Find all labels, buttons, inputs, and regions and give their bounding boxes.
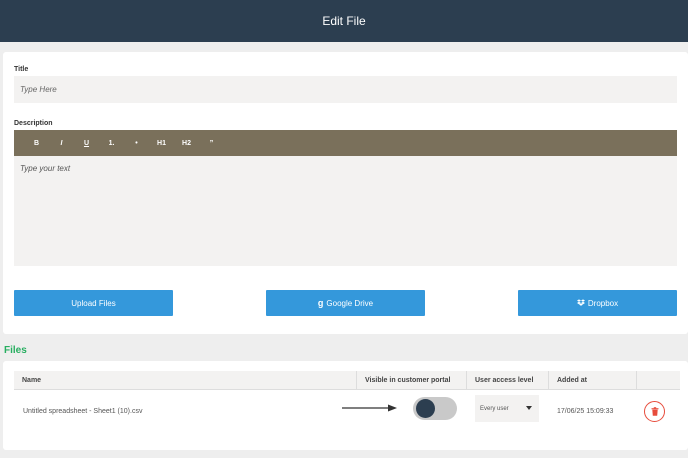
table-header: Name Visible in customer portal User acc… [14,371,680,390]
google-drive-icon: g [317,298,324,308]
column-header-name: Name [22,376,42,384]
column-header-visible: Visible in customer portal [356,371,466,389]
google-drive-button[interactable]: g Google Drive [266,290,425,316]
page-title: Edit File [322,14,366,28]
delete-button[interactable] [644,401,665,422]
column-header-access: User access level [466,371,548,389]
title-input[interactable] [14,76,677,103]
trash-icon [651,407,658,416]
google-drive-label: Google Drive [326,298,374,308]
description-label: Description [14,120,53,127]
upload-files-label: Upload Files [71,298,116,308]
quote-button[interactable]: ” [199,130,224,156]
dropbox-icon [576,299,585,307]
arrow-icon [342,404,397,412]
heading2-button[interactable]: H2 [174,130,199,156]
italic-button[interactable]: I [49,130,74,156]
description-placeholder: Type your text [20,164,71,173]
files-table: Name Visible in customer portal User acc… [3,361,688,450]
column-header-added: Added at [548,371,636,389]
access-level-value: Every user [480,405,509,412]
added-at: 17/06/25 15:09:33 [557,408,614,415]
column-header-actions [636,371,680,389]
toggle-knob [416,399,435,418]
bold-button[interactable]: B [24,130,49,156]
heading1-button[interactable]: H1 [149,130,174,156]
title-label: Title [14,66,29,73]
access-level-select[interactable]: Every user [475,395,539,422]
underline-button[interactable]: U [74,130,99,156]
upload-files-button[interactable]: Upload Files [14,290,173,316]
bullet-list-button[interactable]: • [124,130,149,156]
chevron-down-icon [526,406,532,410]
edit-file-form: Title Description B I U 1. • H1 H2 ” Typ… [3,52,688,334]
page-header: Edit File [0,0,688,42]
files-heading: Files [4,345,27,356]
visibility-toggle[interactable] [413,397,457,420]
editor-toolbar: B I U 1. • H1 H2 ” [14,130,677,156]
description-editor[interactable]: Type your text [14,156,677,266]
file-name: Untitled spreadsheet - Sheet1 (10).csv [23,408,143,415]
dropbox-label: Dropbox [587,298,619,308]
dropbox-button[interactable]: Dropbox [518,290,677,316]
ordered-list-button[interactable]: 1. [99,130,124,156]
